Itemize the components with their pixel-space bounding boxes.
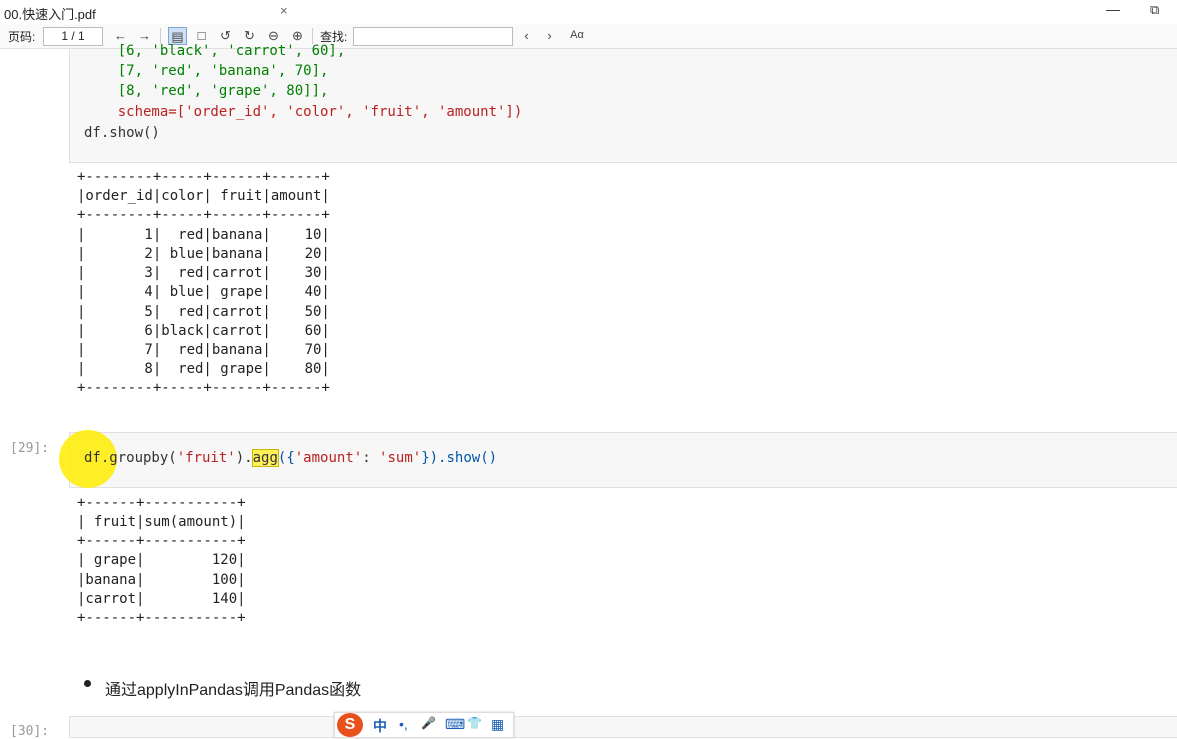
output-line: +--------+-----+------+------+ xyxy=(77,380,330,396)
minimize-icon[interactable]: — xyxy=(1106,1,1120,17)
output-line: +------+-----------+ xyxy=(77,495,246,511)
document-tab-title[interactable]: 00.快速入门.pdf xyxy=(4,4,96,23)
output-line: | 8| red| grape| 80| xyxy=(77,361,330,377)
output-line: | 7| red|banana| 70| xyxy=(77,342,330,358)
output-line: |order_id|color| fruit|amount| xyxy=(77,188,330,204)
cell-prompt: [30]: xyxy=(10,724,50,739)
code-line[interactable]: df.groupby('fruit').agg({'amount': 'sum'… xyxy=(84,449,497,467)
prev-page-icon[interactable]: ← xyxy=(112,27,129,44)
output-line: | 6|black|carrot| 60| xyxy=(77,323,330,339)
code-line: df.show() xyxy=(84,125,160,141)
rotate-right-icon[interactable]: ↻ xyxy=(241,27,258,44)
code-line: [6, 'black', 'carrot', 60], xyxy=(84,43,346,59)
output-line: |banana| 100| xyxy=(77,572,246,588)
code-line: [7, 'red', 'banana', 70], xyxy=(84,63,329,79)
output-line: +--------+-----+------+------+ xyxy=(77,207,330,223)
rotate-left-icon[interactable]: ↺ xyxy=(217,27,234,44)
toolbar-divider xyxy=(312,28,313,44)
next-page-icon[interactable]: → xyxy=(136,27,153,44)
output-line: +------+-----------+ xyxy=(77,533,246,549)
ime-language-toggle[interactable]: 中 xyxy=(373,716,387,736)
page-label: 页码: xyxy=(8,30,36,44)
zoom-out-icon[interactable]: ⊖ xyxy=(265,27,282,44)
sogou-logo-icon[interactable]: S xyxy=(337,713,363,737)
output-line: | 3| red|carrot| 30| xyxy=(77,265,330,281)
ime-toolbar[interactable]: S 中 •, 🎤 ⌨ 👕 ▦ xyxy=(334,712,514,738)
find-input[interactable] xyxy=(353,27,513,46)
output-line: | grape| 120| xyxy=(77,552,246,568)
toolbar-divider xyxy=(160,28,161,44)
ime-keyboard-icon[interactable]: ⌨ xyxy=(445,716,465,733)
zoom-in-icon[interactable]: ⊕ xyxy=(289,27,306,44)
find-prev-icon[interactable]: ‹ xyxy=(518,27,535,44)
code-line: schema=['order_id', 'color', 'fruit', 'a… xyxy=(84,104,523,120)
code-cell-input[interactable] xyxy=(69,716,1177,738)
output-line: +--------+-----+------+------+ xyxy=(77,169,330,185)
output-line: | 2| blue|banana| 20| xyxy=(77,246,330,262)
single-page-icon[interactable]: □ xyxy=(193,27,210,44)
search-match: agg xyxy=(251,449,279,467)
output-line: | 5| red|carrot| 50| xyxy=(77,304,330,320)
tab-close-icon[interactable]: × xyxy=(280,3,288,18)
title-bar: 00.快速入门.pdf × — ⧉ xyxy=(0,0,1177,24)
cell-prompt: [29]: xyxy=(10,441,50,456)
output-line: | 4| blue| grape| 40| xyxy=(77,284,330,300)
ime-skin-icon[interactable]: 👕 xyxy=(467,716,482,730)
ime-punctuation-icon[interactable]: •, xyxy=(399,716,408,732)
output-line: | fruit|sum(amount)| xyxy=(77,514,246,530)
output-line: +------+-----------+ xyxy=(77,610,246,626)
markdown-bullet-text: 通过applyInPandas调用Pandas函数 xyxy=(105,682,362,699)
restore-icon[interactable]: ⧉ xyxy=(1150,2,1159,18)
output-line: |carrot| 140| xyxy=(77,591,246,607)
code-line: [8, 'red', 'grape', 80]], xyxy=(84,83,329,99)
find-next-icon[interactable]: › xyxy=(541,27,558,44)
match-case-icon[interactable]: Aα xyxy=(566,27,588,44)
bullet-dot xyxy=(84,680,91,687)
output-line: | 1| red|banana| 10| xyxy=(77,227,330,243)
ime-toolbox-icon[interactable]: ▦ xyxy=(491,716,504,733)
ime-mic-icon[interactable]: 🎤 xyxy=(421,716,436,730)
